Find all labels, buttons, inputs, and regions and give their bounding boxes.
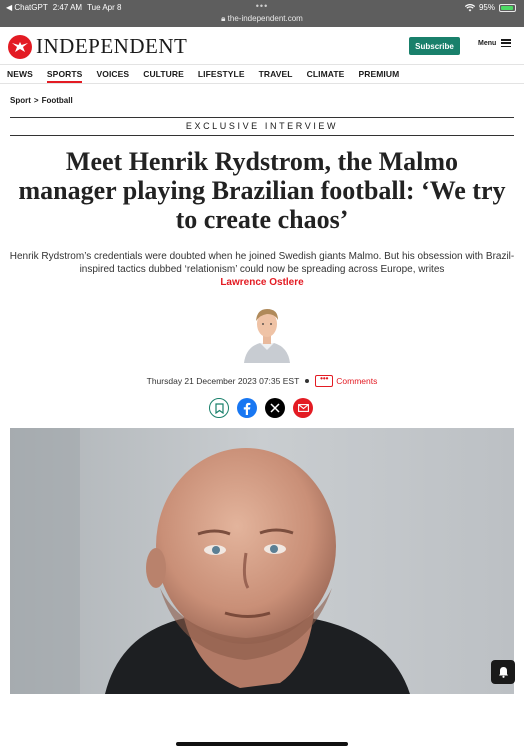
independent-logo[interactable]: INDEPENDENT [8,34,187,59]
battery-icon [499,3,516,12]
section-nav: NEWS SPORTS VOICES CULTURE LIFESTYLE TRA… [0,64,524,84]
lock-icon: 🔒︎ [221,14,226,23]
url-bar[interactable]: 🔒︎ the-independent.com [0,14,524,24]
eagle-logo-icon [8,34,32,59]
article-standfirst: Henrik Rydstrom’s credentials were doubt… [8,250,516,289]
breadcrumb: Sport > Football [10,96,73,105]
masthead: INDEPENDENT Subscribe Menu [0,27,524,65]
notification-bell-button[interactable] [491,660,515,684]
comments-link[interactable]: ••• Comments [315,375,377,387]
hamburger-icon [501,39,512,47]
bookmark-icon[interactable] [209,398,229,418]
author-link[interactable]: Lawrence Ostlere [8,276,516,289]
nav-item-sports[interactable]: SPORTS [46,69,83,83]
url-text: the-independent.com [227,14,303,23]
nav-item-lifestyle[interactable]: LIFESTYLE [198,69,245,83]
nav-item-culture[interactable]: CULTURE [143,69,184,83]
publish-date: Thursday 21 December 2023 07:35 EST [146,376,300,386]
menu-button[interactable]: Menu [478,39,512,47]
nav-item-premium[interactable]: PREMIUM [358,69,399,83]
author-avatar[interactable] [242,303,292,363]
breadcrumb-sport[interactable]: Sport [10,96,31,105]
facebook-icon[interactable] [237,398,257,418]
article-meta: Thursday 21 December 2023 07:35 EST ••• … [0,375,524,387]
tab-dots-icon[interactable]: ••• [0,1,524,11]
nav-item-travel[interactable]: TRAVEL [259,69,293,83]
nav-item-news[interactable]: NEWS [7,69,33,83]
bell-icon [498,667,508,678]
logo-text: INDEPENDENT [36,34,188,58]
x-icon[interactable] [265,398,285,418]
wifi-icon [464,3,475,11]
standfirst-text: Henrik Rydstrom’s credentials were doubt… [9,251,515,275]
battery-percent: 95% [478,3,495,12]
menu-label: Menu [478,39,497,47]
breadcrumb-separator: > [33,96,39,105]
share-bar [209,398,313,418]
comments-label: Comments [336,376,378,386]
status-bar: ◀ ChatGPT 2:47 AM Tue Apr 8 ••• 🔒︎ the-i… [0,0,524,27]
status-right: 95% [464,3,516,12]
article-kicker: EXCLUSIVE INTERVIEW [10,117,514,136]
email-icon[interactable] [293,398,313,418]
nav-item-climate[interactable]: CLIMATE [307,69,345,83]
meta-separator [305,379,310,383]
hero-image [10,428,514,694]
subscribe-button[interactable]: Subscribe [409,37,460,55]
breadcrumb-football[interactable]: Football [42,96,73,105]
nav-item-voices[interactable]: VOICES [96,69,129,83]
comment-icon: ••• [315,375,334,387]
article-headline: Meet Henrik Rydstrom, the Malmo manager … [18,147,506,234]
home-indicator[interactable] [176,742,348,746]
